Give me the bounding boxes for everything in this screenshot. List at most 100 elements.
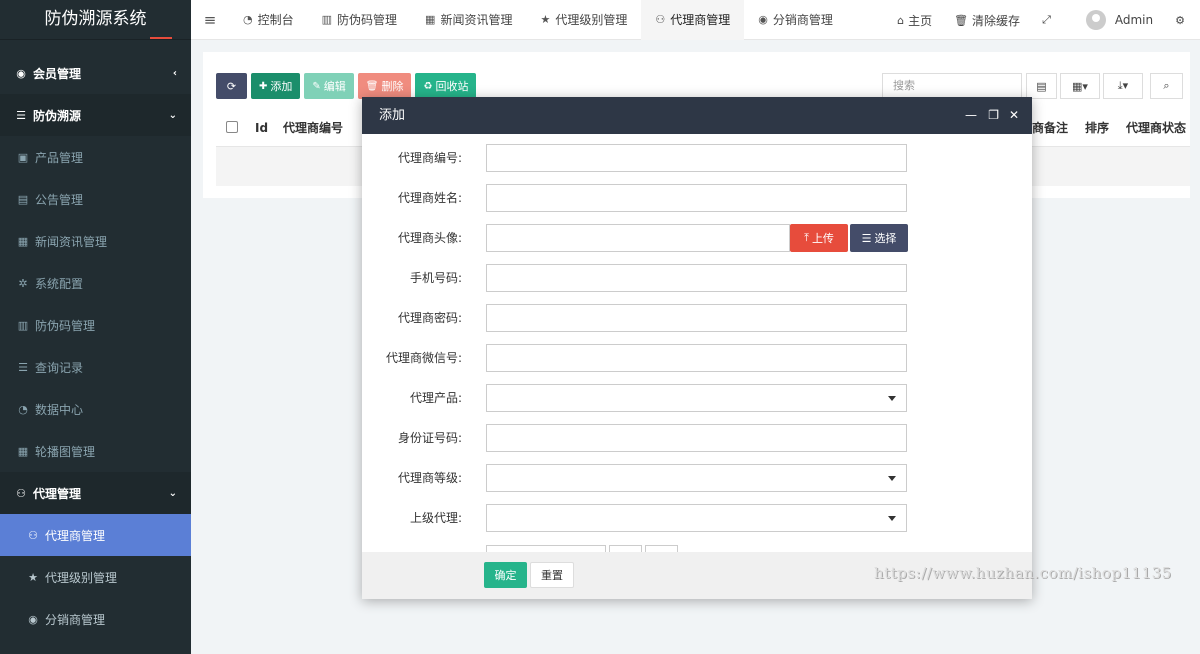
sidebar-item-news[interactable]: ▦ 新闻资讯管理	[0, 220, 191, 262]
level-select[interactable]	[486, 464, 907, 492]
app-logo: 防伪溯源系统	[0, 0, 191, 40]
partial-button[interactable]	[609, 545, 642, 552]
search-input[interactable]: 搜索	[882, 73, 1022, 99]
export-button[interactable]: ⤓▾	[1103, 73, 1143, 99]
barcode-icon: ▥	[17, 318, 29, 332]
form-row-phone: 手机号码:	[362, 264, 1032, 292]
sidebar-item-products[interactable]: ▣ 产品管理	[0, 136, 191, 178]
sidebar-item-label: 防伪码管理	[35, 318, 96, 333]
confirm-button[interactable]: 确定	[484, 562, 527, 588]
tab-agent-level[interactable]: ★ 代理级别管理	[526, 0, 641, 40]
col-id[interactable]: Id	[255, 109, 268, 147]
recycle-button[interactable]: ♻ 回收站	[415, 73, 477, 99]
settings-button[interactable]: ⚙	[1164, 14, 1200, 27]
sidebar-item-label: 产品管理	[35, 150, 84, 165]
sidebar-item-traceability[interactable]: ☰ 防伪溯源 ⌄	[0, 94, 191, 136]
sidebar-item-agent-level[interactable]: ★ 代理级别管理	[0, 556, 191, 598]
parent-agent-select[interactable]	[486, 504, 907, 532]
toggle-view-button[interactable]: ▤	[1026, 73, 1057, 99]
agent-no-input[interactable]	[486, 144, 907, 172]
reset-button[interactable]: 重置	[530, 562, 574, 588]
form-row-agent-name: 代理商姓名:	[362, 184, 1032, 212]
field-label: 代理商密码:	[397, 311, 462, 325]
home-link[interactable]: ⌂ 主页	[886, 12, 943, 29]
field-label: 代理商等级:	[397, 471, 462, 485]
tab-codes[interactable]: ▥ 防伪码管理	[308, 0, 411, 40]
field-label: 代理商头像:	[397, 231, 462, 245]
tab-distributor[interactable]: ◉ 分销商管理	[744, 0, 847, 40]
product-select[interactable]	[486, 384, 907, 412]
chevron-down-icon: ⌄	[168, 487, 177, 499]
users-icon: ⚇	[655, 13, 666, 26]
sidebar-item-agents[interactable]: ⚇ 代理管理 ⌄	[0, 472, 191, 514]
minimize-icon[interactable]: —	[965, 97, 977, 134]
sidebar-item-config[interactable]: ✲ 系统配置	[0, 262, 191, 304]
col-sort[interactable]: 排序	[1085, 109, 1109, 147]
star-icon: ★	[540, 13, 551, 26]
tab-dashboard[interactable]: ◔ 控制台	[229, 0, 308, 40]
wechat-input[interactable]	[486, 344, 907, 372]
refresh-button[interactable]: ⟳	[216, 73, 247, 99]
tab-label: 分销商管理	[772, 13, 833, 27]
maximize-icon[interactable]: ❐	[988, 97, 999, 134]
search-button[interactable]: ⌕	[1150, 73, 1183, 99]
field-label: 代理商微信号:	[385, 351, 462, 365]
col-remark[interactable]: 商备注	[1032, 109, 1068, 147]
field-label: 代理商编号:	[397, 151, 462, 165]
sidebar-item-distributor[interactable]: ◉ 分销商管理	[0, 598, 191, 640]
sidebar-item-codes[interactable]: ▥ 防伪码管理	[0, 304, 191, 346]
sidebar-item-label: 代理级别管理	[45, 570, 118, 585]
newspaper-icon: ▦	[17, 234, 29, 248]
table-tools: ▤ ▦▾ ⤓▾ ⌕	[1026, 73, 1183, 99]
sidebar-item-records[interactable]: ☰ 查询记录	[0, 346, 191, 388]
sidebar-item-data[interactable]: ◔ 数据中心	[0, 388, 191, 430]
sidebar-item-label: 新闻资讯管理	[35, 234, 108, 249]
password-input[interactable]	[486, 304, 907, 332]
tab-label: 新闻资讯管理	[440, 13, 513, 27]
table-toolbar: ⟳ ✚ 添加 ✎ 编辑 🗑 删除 ♻ 回收站	[216, 73, 477, 99]
col-agent-no[interactable]: 代理商编号	[283, 109, 343, 147]
top-navbar: ≡ ◔ 控制台 ▥ 防伪码管理 ▦ 新闻资讯管理 ★ 代理级别管理 ⚇ 代理商管…	[191, 0, 1200, 40]
columns-button[interactable]: ▦▾	[1060, 73, 1100, 99]
avatar-input[interactable]	[486, 224, 790, 252]
tab-news[interactable]: ▦ 新闻资讯管理	[411, 0, 526, 40]
list-icon: ☰	[18, 360, 28, 374]
sidebar-item-notices[interactable]: ▤ 公告管理	[0, 178, 191, 220]
idcard-input[interactable]	[486, 424, 907, 452]
partial-input[interactable]	[486, 545, 606, 552]
user-circle-icon: ◉	[28, 612, 38, 626]
sidebar-item-member[interactable]: ◉ 会员管理 ‹	[0, 52, 191, 94]
clear-cache-link[interactable]: 🗑 清除缓存	[943, 12, 1031, 29]
sidebar-item-agent-manage[interactable]: ⚇ 代理商管理	[0, 514, 191, 556]
edit-button[interactable]: ✎ 编辑	[304, 73, 354, 99]
pencil-icon: ✎	[312, 80, 321, 92]
partial-button[interactable]	[645, 545, 678, 552]
upload-button[interactable]: ⤒ 上传	[790, 224, 848, 252]
agent-name-input[interactable]	[486, 184, 907, 212]
expand-icon: ⤢	[1042, 13, 1051, 26]
trash-icon: 🗑	[954, 13, 969, 27]
user-menu[interactable]: Admin	[1066, 10, 1164, 30]
home-icon: ⌂	[897, 13, 905, 27]
field-label: 手机号码:	[409, 271, 462, 285]
tab-agent-manage[interactable]: ⚇ 代理商管理	[641, 0, 745, 40]
col-status[interactable]: 代理商状态	[1126, 109, 1186, 147]
sidebar-item-carousel[interactable]: ▦ 轮播图管理	[0, 430, 191, 472]
fullscreen-button[interactable]: ⤢	[1031, 13, 1066, 27]
phone-input[interactable]	[486, 264, 907, 292]
sidebar-item-label: 防伪溯源	[33, 108, 82, 123]
choose-button[interactable]: ☰ 选择	[850, 224, 908, 252]
close-icon[interactable]: ✕	[1009, 97, 1019, 134]
sidebar-item-label: 会员管理	[33, 66, 82, 81]
logo-underline	[150, 37, 172, 39]
add-button[interactable]: ✚ 添加	[251, 73, 301, 99]
delete-button[interactable]: 🗑 删除	[357, 73, 412, 99]
user-circle-icon: ◉	[758, 13, 768, 26]
trash-icon: 🗑	[365, 80, 379, 92]
search-icon: ⌕	[1163, 79, 1170, 92]
grid-icon: ▦▾	[1072, 79, 1088, 93]
menu-toggle-icon[interactable]: ≡	[191, 11, 229, 29]
star-icon: ★	[28, 570, 38, 584]
sidebar-item-label: 代理管理	[33, 486, 82, 501]
select-all-checkbox[interactable]	[226, 121, 238, 133]
